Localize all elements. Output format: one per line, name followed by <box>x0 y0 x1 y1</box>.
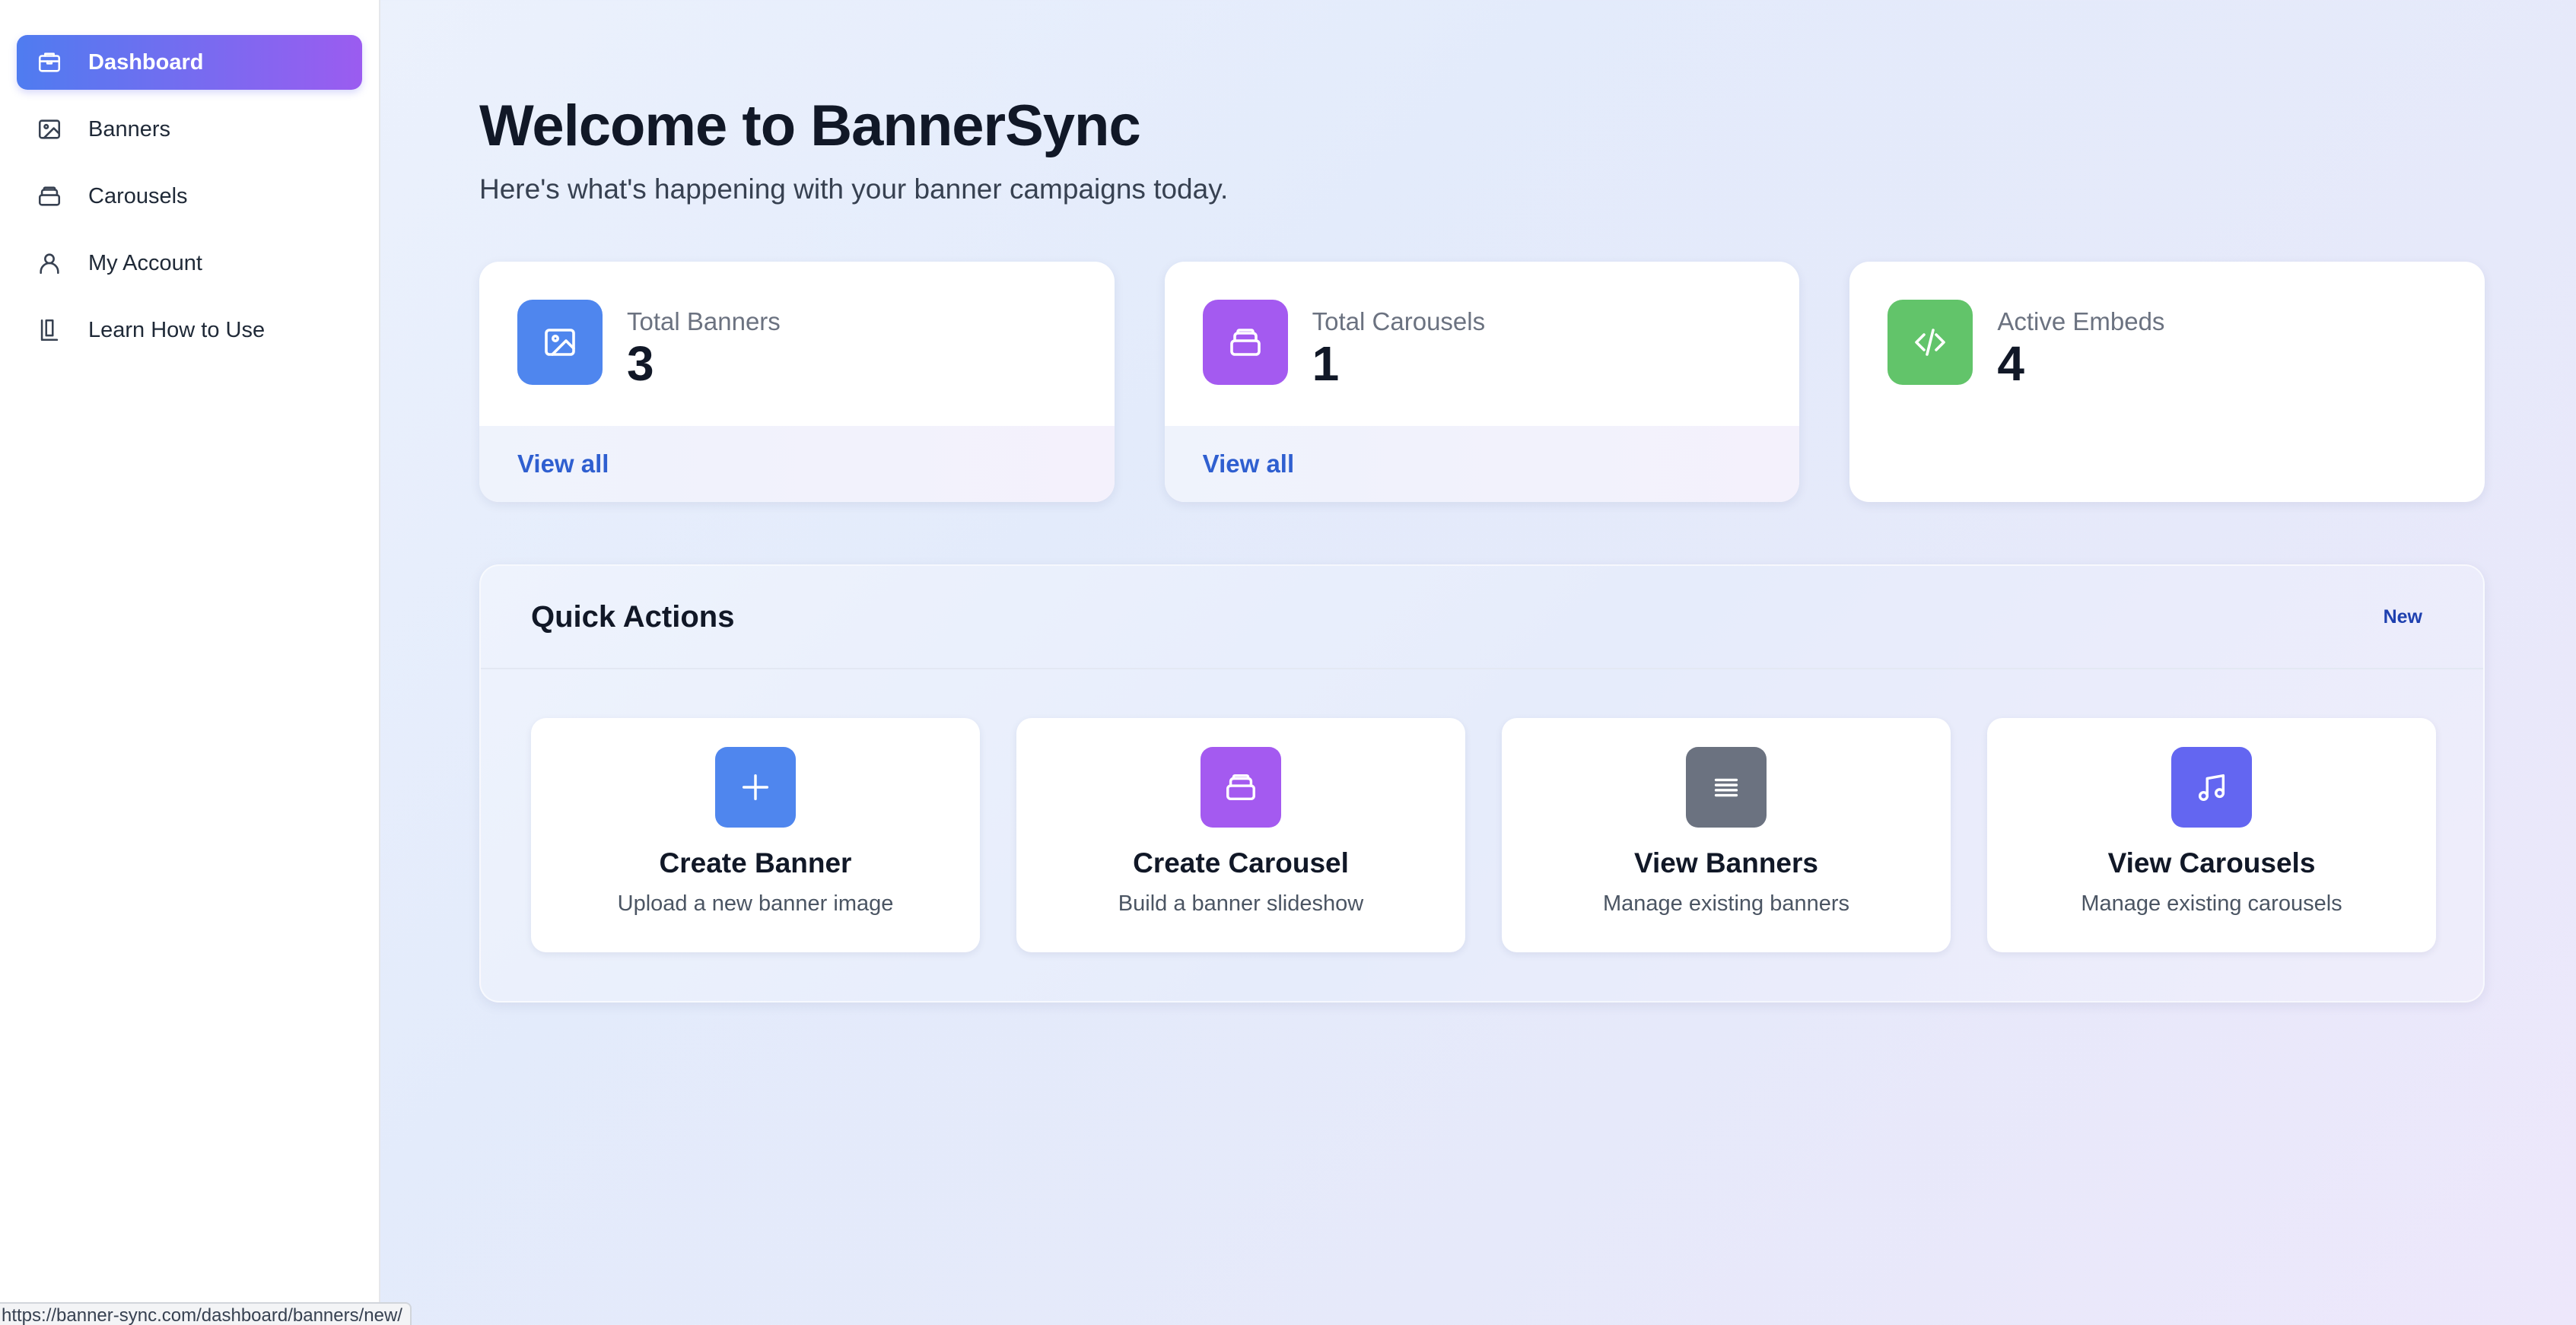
action-title: Create Carousel <box>1133 847 1349 879</box>
quick-actions-header: Quick Actions New <box>481 566 2483 669</box>
stat-footer: View all <box>1164 426 1800 502</box>
quick-actions-title: Quick Actions <box>531 599 735 634</box>
action-title: View Banners <box>1634 847 1818 879</box>
sidebar-item-label: Dashboard <box>88 49 204 75</box>
book-icon <box>37 317 62 343</box>
stats-row: Total Banners 3 View all Total Carousels… <box>479 262 2485 502</box>
stat-value: 4 <box>1997 336 2024 391</box>
action-title: Create Banner <box>659 847 852 879</box>
sidebar-item-dashboard[interactable]: Dashboard <box>17 35 362 90</box>
stat-card-active-embeds: Active Embeds 4 <box>1849 262 2485 502</box>
music-icon <box>2171 747 2252 828</box>
action-desc: Build a banner slideshow <box>1118 891 1364 916</box>
stat-label: Total Carousels <box>1312 307 1486 335</box>
action-desc: Manage existing banners <box>1602 891 1850 916</box>
sidebar-item-my-account[interactable]: My Account <box>17 236 362 291</box>
plus-icon <box>715 747 796 828</box>
stack-icon <box>1201 747 1281 828</box>
create-banner-card[interactable]: Create Banner Upload a new banner image <box>531 718 980 952</box>
new-badge: New <box>2383 605 2422 628</box>
dashboard-icon <box>37 49 62 75</box>
stat-label: Total Banners <box>627 307 781 335</box>
image-icon <box>517 300 603 385</box>
stat-card-total-carousels: Total Carousels 1 View all <box>1164 262 1800 502</box>
action-desc: Upload a new banner image <box>617 891 894 916</box>
page-title: Welcome to BannerSync <box>479 94 1141 158</box>
sidebar-item-carousels[interactable]: Carousels <box>17 169 362 224</box>
status-bar-url: https://banner-sync.com/dashboard/banner… <box>0 1302 412 1325</box>
sidebar-item-banners[interactable]: Banners <box>17 102 362 157</box>
image-icon <box>37 116 62 142</box>
view-carousels-card[interactable]: View Carousels Manage existing carousels <box>1987 718 2436 952</box>
stat-label: Active Embeds <box>1997 307 2165 335</box>
view-all-banners-link[interactable]: View all <box>517 450 609 478</box>
stat-card-total-banners: Total Banners 3 View all <box>479 262 1115 502</box>
create-carousel-card[interactable]: Create Carousel Build a banner slideshow <box>1016 718 1465 952</box>
user-icon <box>37 250 62 276</box>
quick-actions-grid: Create Banner Upload a new banner image … <box>531 718 2436 952</box>
sidebar-item-label: Carousels <box>88 183 188 208</box>
action-title: View Carousels <box>2107 847 2316 879</box>
stack-icon <box>1202 300 1288 385</box>
sidebar-item-label: My Account <box>88 250 202 275</box>
view-all-carousels-link[interactable]: View all <box>1203 450 1294 478</box>
action-desc: Manage existing carousels <box>2081 891 2342 916</box>
view-banners-card[interactable]: View Banners Manage existing banners <box>1502 718 1951 952</box>
sidebar-item-label: Banners <box>88 116 171 141</box>
sidebar-item-learn[interactable]: Learn How to Use <box>17 303 362 357</box>
sidebar-item-label: Learn How to Use <box>88 317 266 342</box>
quick-actions-panel: Quick Actions New Create Banner Upload a… <box>479 564 2485 1002</box>
stack-icon <box>37 183 62 209</box>
stat-value: 1 <box>1312 336 1340 391</box>
sidebar: Dashboard Banners Carousels My Account L… <box>0 0 380 1325</box>
code-icon <box>1887 300 1973 385</box>
stat-footer: View all <box>479 426 1115 502</box>
list-icon <box>1686 747 1767 828</box>
stat-value: 3 <box>627 336 654 391</box>
page-subtitle: Here's what's happening with your banner… <box>479 173 1229 205</box>
